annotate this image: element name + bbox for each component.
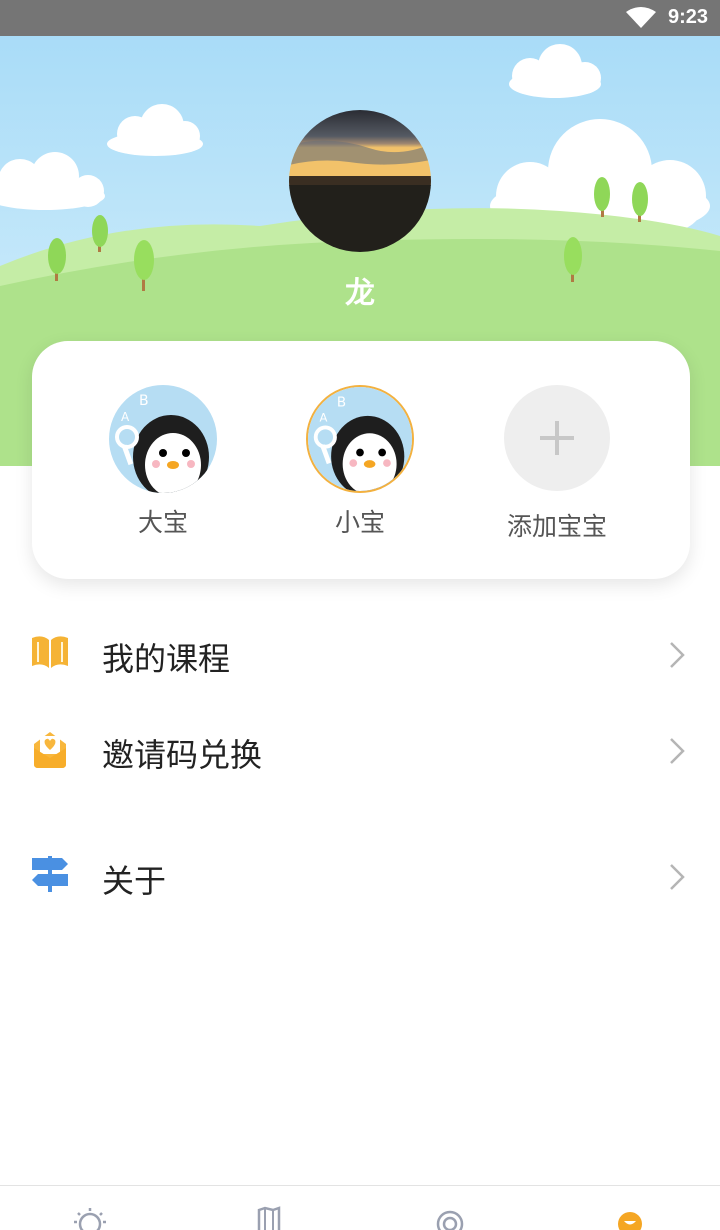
tab-target[interactable]	[432, 1206, 468, 1230]
menu-item-invite-code[interactable]: 邀请码兑换	[0, 700, 720, 796]
gift-heart-icon	[34, 732, 66, 768]
kids-card: B A 大宝 B A 小宝 添加宝宝	[32, 341, 690, 579]
status-bar: 9:23	[0, 0, 720, 36]
menu-label: 邀请码兑换	[102, 736, 263, 774]
profile-avatar[interactable]	[289, 110, 431, 252]
svg-text:A: A	[121, 410, 130, 424]
tab-me[interactable]	[612, 1206, 648, 1230]
svg-text:B: B	[337, 394, 346, 410]
tab-map[interactable]	[251, 1206, 287, 1230]
menu-item-about[interactable]: 关于	[0, 826, 720, 922]
map-icon	[257, 1206, 281, 1230]
signpost-icon	[32, 856, 68, 892]
menu-label: 我的课程	[102, 640, 231, 678]
kid-dabao[interactable]: B A 大宝	[88, 385, 238, 539]
target-icon	[436, 1210, 464, 1230]
book-icon	[32, 636, 68, 668]
wifi-icon	[626, 7, 656, 28]
sunset-landscape-photo	[289, 110, 431, 252]
chevron-right-icon	[670, 864, 685, 890]
svg-text:B: B	[139, 393, 149, 409]
kid-name: 大宝	[137, 508, 188, 537]
svg-text:A: A	[320, 411, 328, 425]
bottom-tab-bar	[0, 1185, 720, 1230]
menu-item-my-courses[interactable]: 我的课程	[0, 604, 720, 700]
penguin-avatar-icon: B A	[109, 385, 217, 493]
lightbulb-icon	[74, 1208, 106, 1230]
kid-name: 小宝	[334, 508, 385, 537]
chevron-right-icon	[670, 642, 685, 668]
penguin-avatar-icon: B A	[306, 385, 414, 493]
menu-label: 关于	[102, 862, 167, 900]
tab-discover[interactable]	[72, 1206, 108, 1230]
chevron-right-icon	[670, 738, 685, 764]
add-kid-button[interactable]: 添加宝宝	[482, 385, 632, 543]
face-icon	[618, 1212, 642, 1230]
add-kid-label: 添加宝宝	[506, 512, 607, 541]
kid-xiaobao[interactable]: B A 小宝	[285, 385, 435, 539]
profile-name: 龙	[345, 276, 375, 311]
plus-icon	[504, 385, 610, 491]
clock: 9:23	[667, 6, 708, 28]
